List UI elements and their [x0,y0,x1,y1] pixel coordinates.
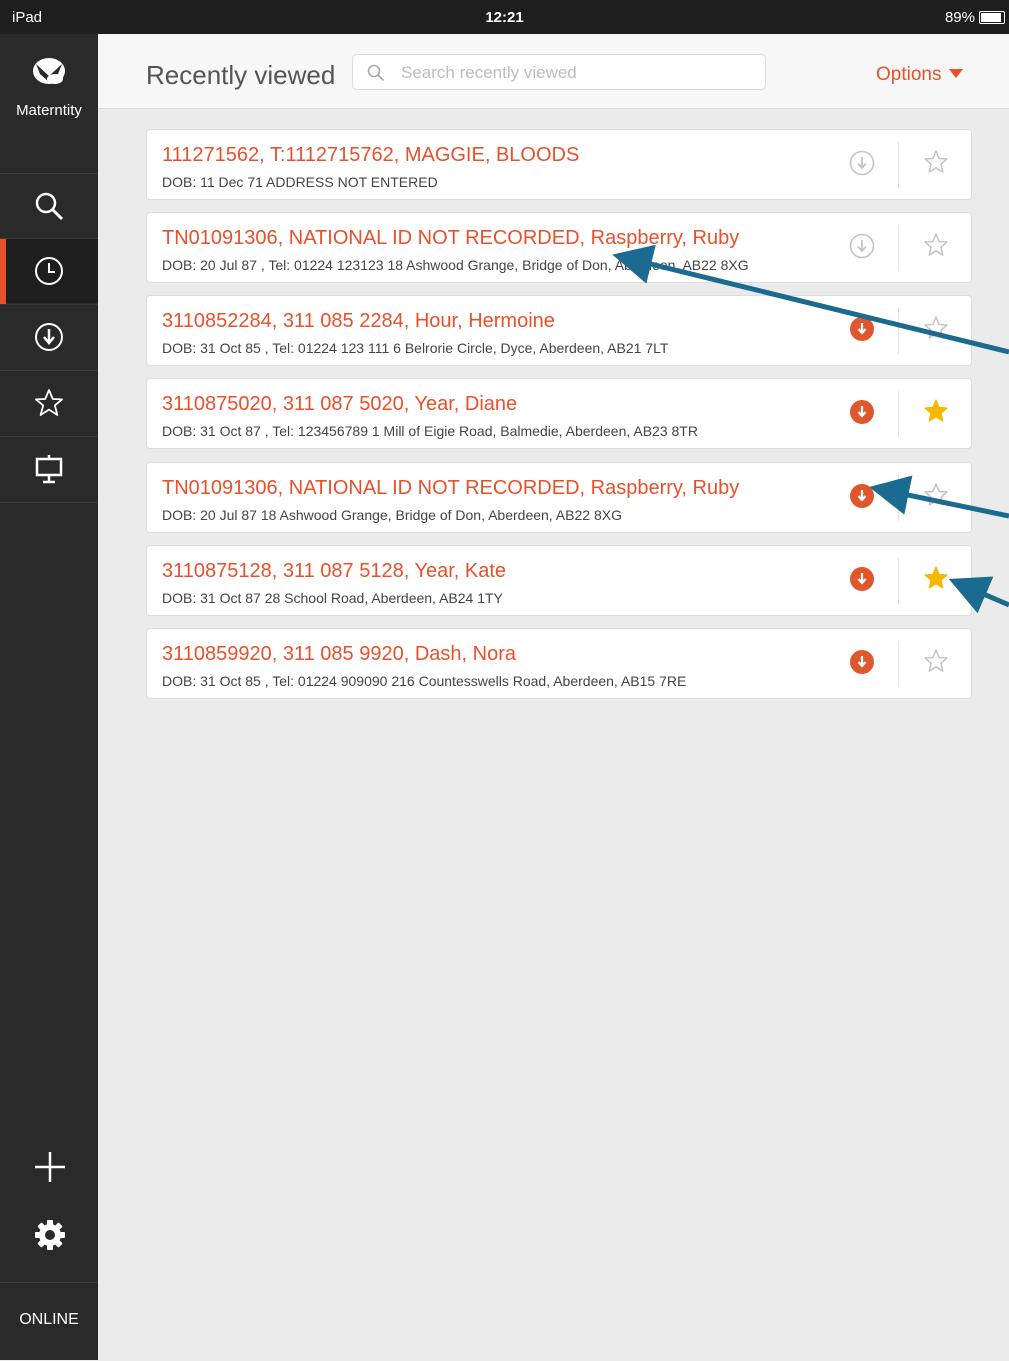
page-title: Recently viewed [146,60,336,90]
downloaded-icon[interactable] [848,648,876,676]
star-filled-icon[interactable] [922,397,950,425]
plus-icon[interactable] [33,1150,67,1184]
search-icon [367,64,385,82]
record-title: 3110859920, 311 085 9920, Dash, Nora [162,643,516,665]
list-item[interactable]: 3110875020, 311 087 5020, Year, Diane DO… [146,378,972,449]
sidebar-divider [0,502,98,503]
search-box[interactable] [352,54,766,90]
divider [898,225,899,271]
gear-icon[interactable] [33,1218,67,1252]
clock: 12:21 [485,9,524,26]
sidebar-item-favourites[interactable] [0,370,98,435]
record-title: 3110875020, 311 087 5020, Year, Diane [162,393,518,415]
connection-status: ONLINE [0,1282,98,1361]
sidebar-item-recent[interactable] [0,238,98,305]
list-item[interactable]: 3110852284, 311 085 2284, Hour, Hermoine… [146,295,972,366]
search-input[interactable] [399,59,753,87]
divider [898,558,899,604]
record-details: DOB: 31 Oct 85 , Tel: 01224 123 111 6 Be… [162,340,669,356]
status-bar: iPad 12:21 89% [0,0,1009,34]
downloaded-icon[interactable] [848,398,876,426]
record-details: DOB: 31 Oct 85 , Tel: 01224 909090 216 C… [162,673,687,689]
record-title: 3110852284, 311 085 2284, Hour, Hermoine [162,310,555,332]
divider [898,475,899,521]
presentation-icon [35,455,63,484]
badger-logo-icon [33,58,65,84]
list-item[interactable]: 3110859920, 311 085 9920, Dash, Nora DOB… [146,628,972,699]
list-item[interactable]: 111271562, T:1112715762, MAGGIE, BLOODS … [146,129,972,200]
list-item[interactable]: 3110875128, 311 087 5128, Year, Kate DOB… [146,545,972,616]
battery-percent: 89% [944,9,975,26]
star-outline-icon[interactable] [922,647,950,675]
options-button[interactable]: Options [876,64,964,86]
divider [898,391,899,437]
battery-icon [979,11,1005,24]
sidebar-item-search[interactable] [0,173,98,238]
list-item[interactable]: TN01091306, NATIONAL ID NOT RECORDED, Ra… [146,462,972,533]
record-title: TN01091306, NATIONAL ID NOT RECORDED, Ra… [162,227,740,249]
star-outline-icon[interactable] [922,481,950,509]
sidebar-item-presentation[interactable] [0,436,98,501]
divider [898,142,899,188]
divider [898,308,899,354]
download-icon[interactable] [848,149,876,177]
download-icon[interactable] [848,232,876,260]
download-icon [35,323,63,351]
clock-icon [35,257,63,285]
record-title: 111271562, T:1112715762, MAGGIE, BLOODS [162,144,580,166]
record-details: DOB: 20 Jul 87 18 Ashwood Grange, Bridge… [162,507,622,523]
downloaded-icon[interactable] [848,565,876,593]
header: Recently viewed Options [98,34,1009,109]
star-icon [35,389,63,416]
record-title: 3110875128, 311 087 5128, Year, Kate [162,560,507,582]
star-filled-icon[interactable] [922,564,950,592]
record-details: DOB: 31 Oct 87 28 School Road, Aberdeen,… [162,590,503,606]
star-outline-icon[interactable] [922,148,950,176]
sidebar: Materntity ONLINE [0,34,98,1360]
connection-status-label: ONLINE [19,1311,79,1328]
search-icon [35,192,64,221]
star-outline-icon[interactable] [922,231,950,259]
record-details: DOB: 31 Oct 87 , Tel: 123456789 1 Mill o… [162,423,698,439]
star-outline-icon[interactable] [922,314,950,342]
divider [898,641,899,687]
caret-down-icon [949,69,964,78]
record-title: TN01091306, NATIONAL ID NOT RECORDED, Ra… [162,477,740,499]
downloaded-icon[interactable] [848,482,876,510]
record-details: DOB: 11 Dec 71 ADDRESS NOT ENTERED [162,174,438,190]
app-name: Materntity [16,102,82,119]
record-details: DOB: 20 Jul 87 , Tel: 01224 123123 18 As… [162,257,749,273]
list-item[interactable]: TN01091306, NATIONAL ID NOT RECORDED, Ra… [146,212,972,283]
sidebar-item-downloads[interactable] [0,304,98,369]
downloaded-icon[interactable] [848,315,876,343]
options-label: Options [876,64,942,85]
